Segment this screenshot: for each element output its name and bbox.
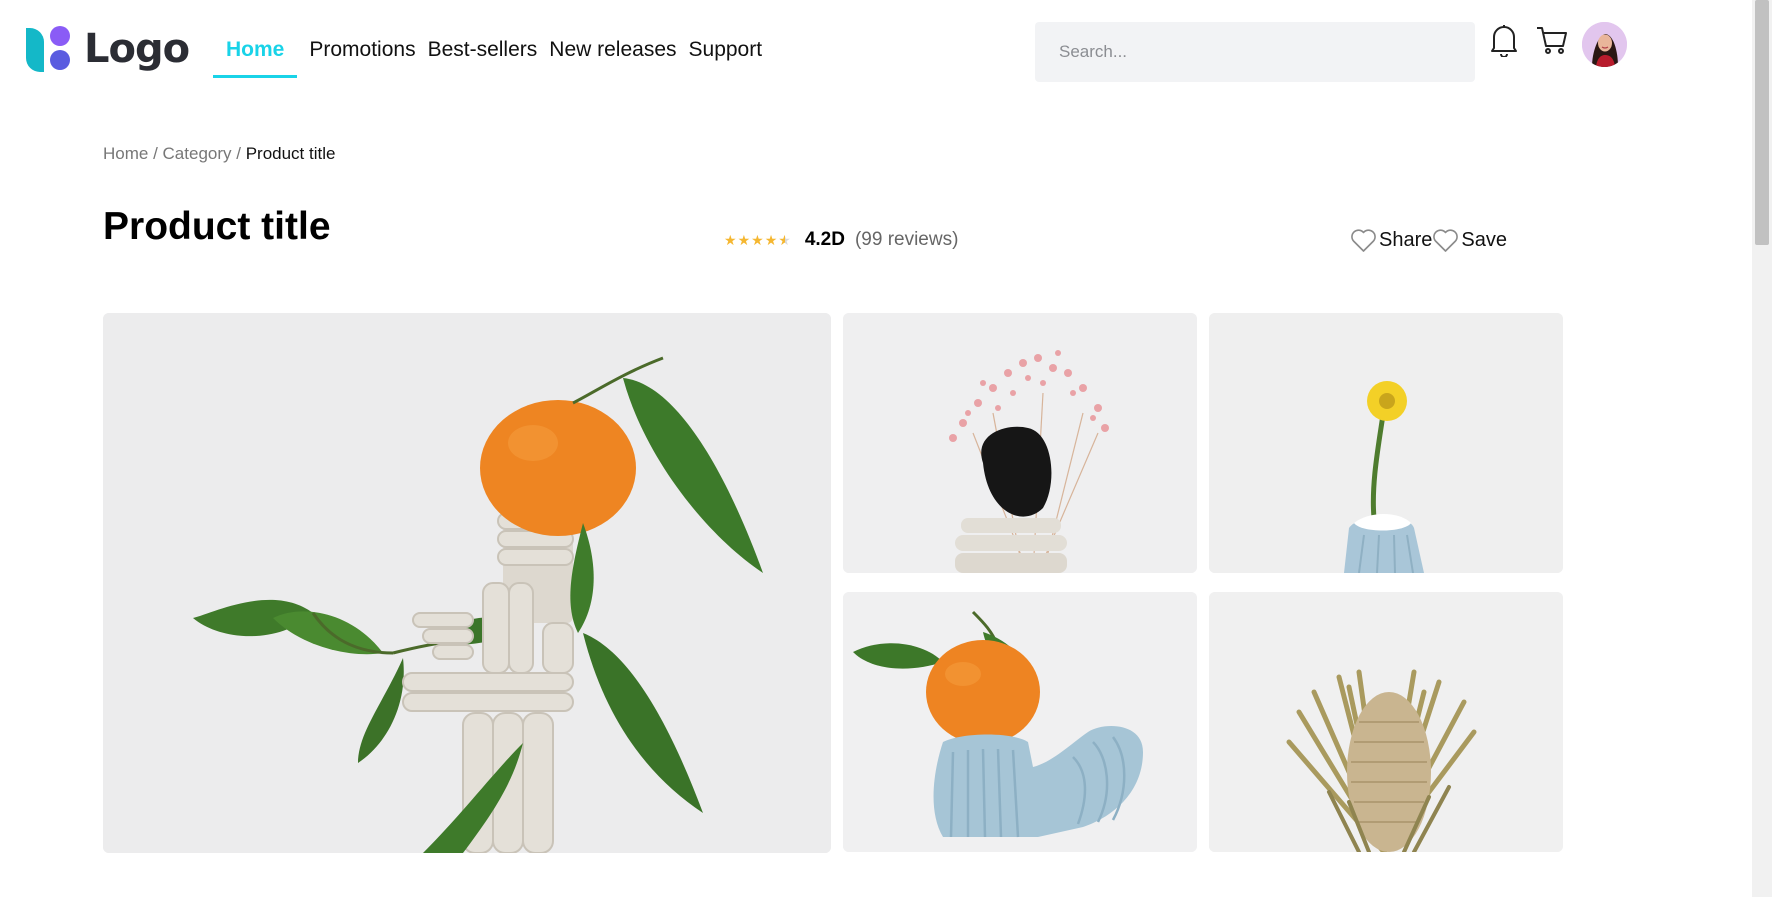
rating-value: 4.2D (804, 229, 845, 250)
site-header: Logo Home Promotions Best-sellers New re… (0, 0, 1752, 100)
star-icon: ★ (737, 232, 751, 248)
product-image-thumb-3[interactable] (843, 592, 1197, 852)
product-image-main[interactable] (103, 313, 831, 853)
user-avatar[interactable] (1582, 22, 1627, 67)
orange-sculpture-image (103, 313, 831, 853)
nav-item-home[interactable]: Home (213, 30, 298, 78)
breadcrumb-current: Product title (245, 144, 336, 163)
product-image-thumb-4[interactable] (1209, 592, 1563, 852)
breadcrumb-separator: / (148, 144, 163, 163)
logo[interactable]: Logo (26, 24, 190, 74)
star-icon: ★ (764, 232, 778, 248)
orange-blue-sculpture-image (843, 592, 1197, 852)
nav-item-new-releases[interactable]: New releases (549, 30, 676, 78)
search-input[interactable] (1035, 22, 1475, 82)
scrollbar-thumb[interactable] (1755, 0, 1769, 245)
logo-mark-icon (26, 24, 74, 74)
yellow-flower-image (1209, 313, 1563, 573)
review-count-link[interactable]: (99 reviews) (855, 229, 958, 251)
star-icon: ★ (724, 232, 737, 248)
main-nav: Home Promotions Best-sellers New release… (213, 30, 762, 78)
product-actions: Share Save (1350, 228, 1507, 253)
nav-item-best-sellers[interactable]: Best-sellers (428, 30, 538, 78)
page-title: Product title (103, 205, 331, 248)
pink-flowers-image (843, 313, 1197, 573)
breadcrumb-home[interactable]: Home (103, 144, 148, 163)
save-label: Save (1461, 229, 1507, 251)
breadcrumb: Home / Category / Product title (103, 144, 335, 164)
logo-text: Logo (84, 26, 190, 72)
star-half-icon: ★ (778, 232, 791, 248)
product-image-thumb-2[interactable] (1209, 313, 1563, 573)
nav-item-support[interactable]: Support (689, 30, 763, 78)
banksia-flower-image (1209, 592, 1563, 852)
breadcrumb-separator: / (231, 144, 246, 163)
breadcrumb-category[interactable]: Category (163, 144, 232, 163)
heart-icon (1351, 229, 1376, 252)
save-button[interactable]: Save (1432, 228, 1507, 253)
nav-item-promotions[interactable]: Promotions (309, 30, 415, 78)
product-rating: ★ ★ ★ ★ ★ 4.2D (99 reviews) (724, 229, 958, 251)
bell-icon[interactable] (1488, 22, 1520, 58)
heart-icon (1433, 229, 1459, 252)
share-button[interactable]: Share (1350, 228, 1432, 253)
cart-icon[interactable] (1534, 22, 1570, 58)
share-label: Share (1379, 229, 1433, 251)
product-image-thumb-1[interactable] (843, 313, 1197, 573)
star-rating: ★ ★ ★ ★ ★ (724, 233, 791, 247)
star-icon: ★ (751, 232, 764, 248)
